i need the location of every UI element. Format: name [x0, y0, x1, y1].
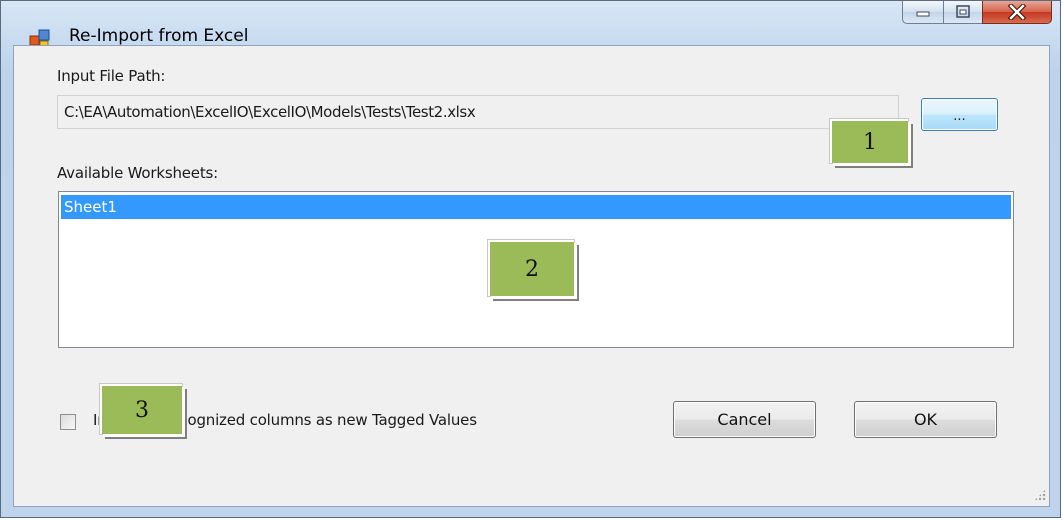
maximize-button[interactable]	[943, 1, 983, 24]
callout-1: 1	[830, 119, 908, 163]
ok-button[interactable]: OK	[854, 401, 997, 438]
browse-button[interactable]: ...	[921, 98, 998, 131]
title-bar[interactable]: Re-Import from Excel	[1, 1, 1060, 49]
cancel-button[interactable]: Cancel	[673, 401, 816, 438]
window-title: Re-Import from Excel	[69, 26, 249, 46]
input-file-path-field[interactable]: C:\EA\Automation\ExcelIO\ExcelIO\Models\…	[57, 95, 899, 129]
minimize-icon	[916, 11, 930, 17]
caption-buttons	[902, 1, 1052, 25]
available-worksheets-label: Available Worksheets:	[57, 164, 218, 182]
input-file-path-value: C:\EA\Automation\ExcelIO\ExcelIO\Models\…	[64, 103, 476, 121]
worksheet-item-sheet1[interactable]: Sheet1	[61, 195, 1011, 219]
minimize-button[interactable]	[902, 1, 944, 24]
import-unrecognized-checkbox[interactable]	[60, 414, 76, 430]
dialog-window: Re-Import from Excel Input File Path: C:…	[0, 0, 1061, 518]
callout-3: 3	[100, 384, 182, 434]
close-button[interactable]	[982, 1, 1052, 24]
maximize-icon	[956, 5, 970, 18]
input-file-path-label: Input File Path:	[57, 67, 166, 85]
callout-2: 2	[488, 240, 574, 296]
close-icon	[1007, 4, 1027, 20]
